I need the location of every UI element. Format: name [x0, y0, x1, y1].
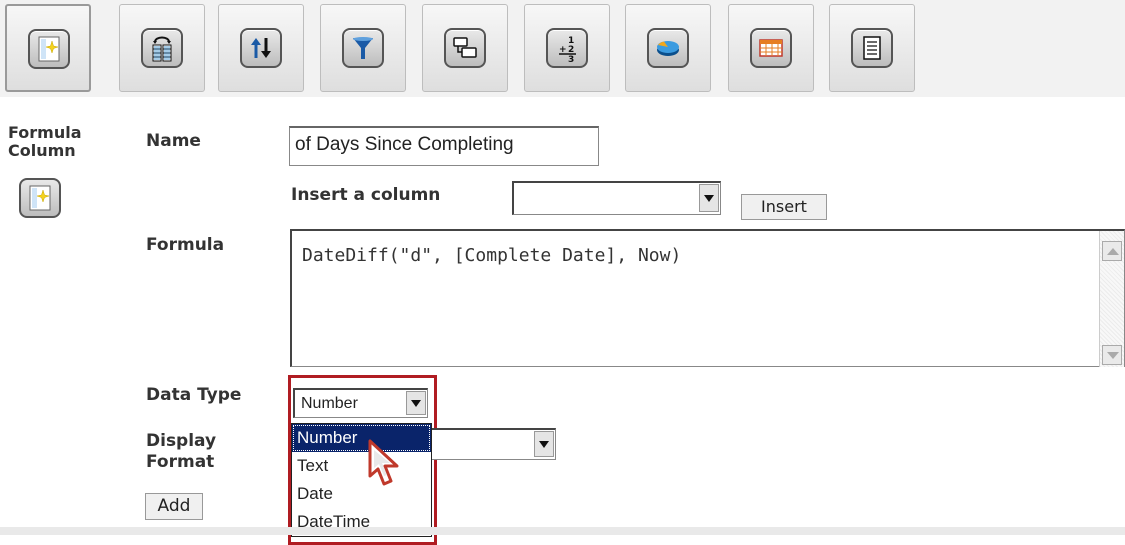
section-title: Formula Column — [8, 123, 82, 160]
scroll-down-icon[interactable] — [1102, 345, 1122, 365]
formula-column-icon — [28, 29, 70, 69]
name-input[interactable]: of Days Since Completing — [289, 126, 599, 166]
formula-column-button[interactable] — [5, 4, 91, 92]
formula-column-icon — [19, 178, 61, 218]
filter-icon — [342, 28, 384, 68]
group-icon — [444, 28, 486, 68]
dropdown-option-text[interactable]: Text — [292, 452, 431, 480]
group-button[interactable] — [422, 4, 508, 92]
name-label: Name — [146, 131, 201, 151]
data-type-label: Data Type — [146, 385, 242, 405]
insert-column-select[interactable] — [512, 181, 721, 215]
aggregate-icon: 1 + 2 3 — [546, 28, 588, 68]
filter-button[interactable] — [320, 4, 406, 92]
data-type-value: Number — [301, 395, 358, 412]
formula-scrollbar[interactable] — [1099, 231, 1124, 367]
data-type-dropdown-list: Number Text Date DateTime — [291, 423, 432, 537]
insert-column-label: Insert a column — [291, 185, 441, 205]
sort-icon — [240, 28, 282, 68]
scroll-up-icon[interactable] — [1102, 241, 1122, 261]
dropdown-option-date[interactable]: Date — [292, 480, 431, 508]
chevron-down-icon — [406, 391, 426, 415]
chevron-down-icon — [699, 184, 719, 212]
sort-button[interactable] — [218, 4, 304, 92]
chart-icon — [647, 28, 689, 68]
formula-label: Formula — [146, 235, 225, 255]
formula-textarea[interactable]: DateDiff("d", [Complete Date], Now) — [290, 229, 1125, 367]
chevron-down-icon — [534, 431, 554, 457]
layout-button[interactable] — [829, 4, 915, 92]
formula-text: DateDiff("d", [Complete Date], Now) — [302, 245, 682, 266]
add-button[interactable]: Add — [145, 493, 203, 520]
display-format-label-text: Display Format — [146, 431, 217, 472]
dropdown-option-number[interactable]: Number — [292, 424, 431, 452]
choose-columns-button[interactable] — [119, 4, 205, 92]
mouse-cursor-icon — [368, 439, 399, 486]
aggregate-button[interactable]: 1 + 2 3 — [524, 4, 610, 92]
data-type-select[interactable]: Number — [293, 388, 428, 418]
chart-button[interactable] — [625, 4, 711, 92]
insert-button[interactable]: Insert — [741, 194, 827, 220]
crosstab-icon — [750, 28, 792, 68]
display-format-label: Display Format — [146, 431, 256, 473]
display-format-select[interactable] — [430, 428, 556, 460]
choose-columns-icon — [141, 28, 183, 68]
crosstab-button[interactable] — [728, 4, 814, 92]
layout-icon — [851, 28, 893, 68]
bottom-strip — [0, 527, 1125, 535]
svg-text:3: 3 — [568, 55, 574, 63]
toolbar: 1 + 2 3 — [0, 0, 1125, 97]
